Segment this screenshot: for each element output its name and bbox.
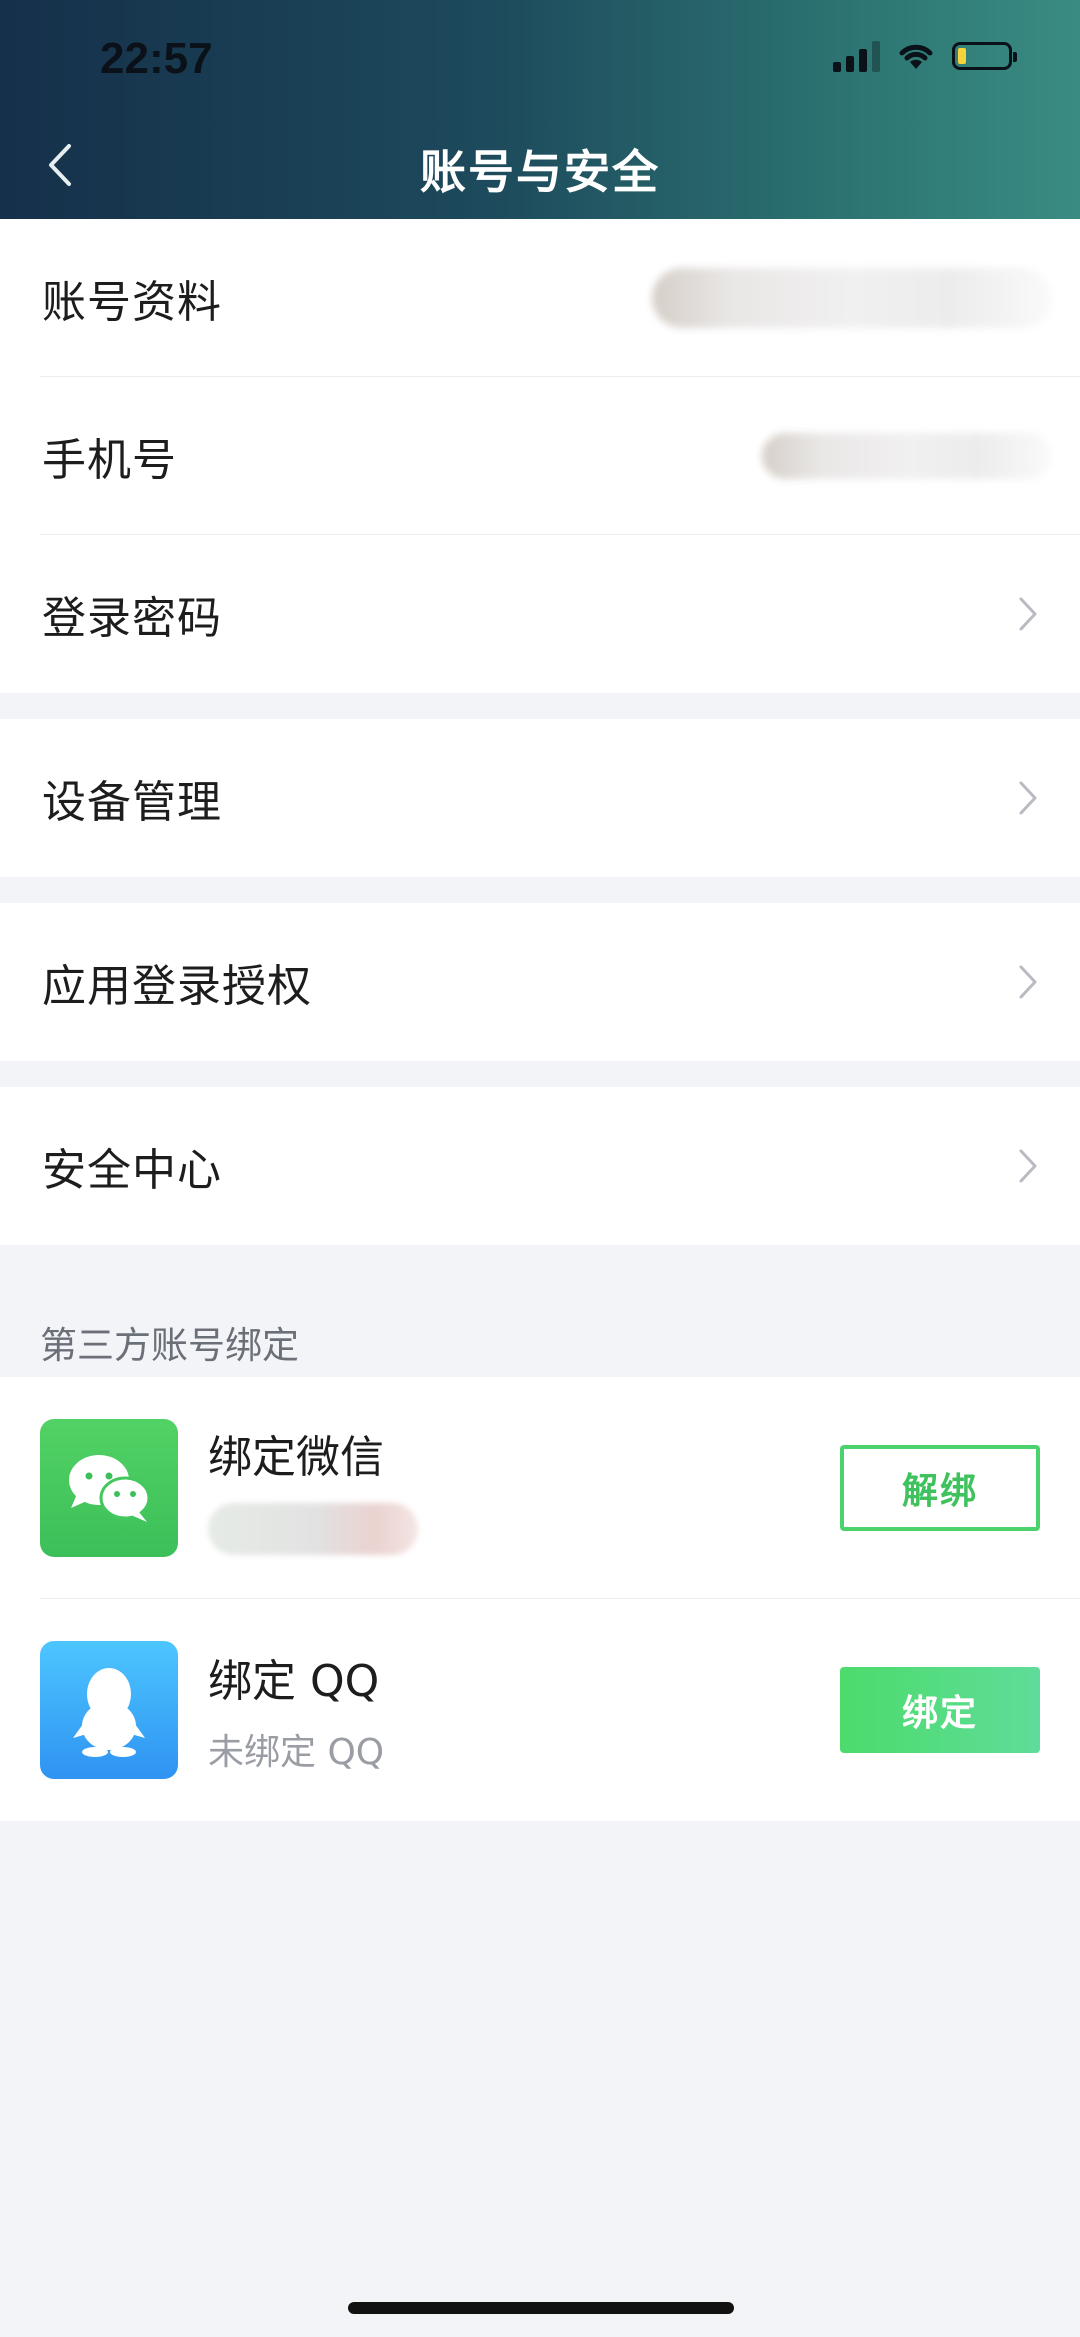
qq-penguin-icon [40, 1641, 178, 1779]
wechat-icon [40, 1419, 178, 1557]
device-group: 设备管理 [0, 719, 1080, 877]
wechat-bind-text: 绑定微信 [208, 1421, 418, 1555]
status-time: 22:57 [100, 34, 213, 83]
status-icons [833, 40, 1017, 72]
wechat-bind-title: 绑定微信 [208, 1432, 384, 1483]
chevron-right-icon [1019, 965, 1037, 999]
chevron-right-icon [1019, 1149, 1037, 1183]
device-management-row[interactable]: 设备管理 [0, 719, 1080, 877]
qq-bind-button[interactable]: 绑定 [840, 1667, 1040, 1753]
redacted-wechat-account [208, 1503, 418, 1555]
chevron-right-icon [1019, 597, 1037, 631]
login-password-row[interactable]: 登录密码 [0, 535, 1080, 693]
phone-row[interactable]: 手机号 [0, 377, 1080, 535]
page-title: 账号与安全 [420, 145, 660, 199]
qq-bind-text: 绑定 QQ 未绑定 QQ [208, 1645, 384, 1775]
chevron-right-icon [1019, 781, 1037, 815]
qq-bind-subtitle: 未绑定 QQ [208, 1732, 385, 1773]
account-profile-label: 账号资料 [42, 277, 222, 328]
login-password-label: 登录密码 [42, 593, 222, 644]
third-party-section-title: 第三方账号绑定 [0, 1245, 1080, 1377]
security-center-row[interactable]: 安全中心 [0, 1087, 1080, 1245]
security-group: 安全中心 [0, 1087, 1080, 1245]
account-profile-row[interactable]: 账号资料 [0, 219, 1080, 377]
wechat-bind-row: 绑定微信 解绑 [0, 1377, 1080, 1599]
cellular-signal-icon [833, 40, 880, 72]
home-indicator[interactable] [348, 2302, 734, 2314]
battery-low-icon [952, 42, 1017, 70]
top-header: 22:57 账号与安全 [0, 0, 1080, 219]
app-auth-group: 应用登录授权 [0, 903, 1080, 1061]
settings-content: 账号资料 手机号 登录密码 设备管理 应用登录授权 安全中心 第三方账号绑定 绑… [0, 219, 1080, 1821]
wechat-unbind-button[interactable]: 解绑 [840, 1445, 1040, 1531]
qq-bind-row: 绑定 QQ 未绑定 QQ 绑定 [0, 1599, 1080, 1821]
security-center-label: 安全中心 [42, 1145, 222, 1196]
app-login-authorization-label: 应用登录授权 [42, 961, 312, 1012]
account-group: 账号资料 手机号 登录密码 [0, 219, 1080, 693]
wifi-icon [899, 44, 933, 69]
qq-bind-title: 绑定 QQ [208, 1656, 380, 1707]
redacted-account-value [652, 268, 1052, 328]
phone-label: 手机号 [42, 435, 177, 486]
app-login-authorization-row[interactable]: 应用登录授权 [0, 903, 1080, 1061]
third-party-group: 绑定微信 解绑 绑定 QQ 未绑定 QQ 绑定 [0, 1377, 1080, 1821]
device-management-label: 设备管理 [42, 777, 222, 828]
redacted-phone-value [762, 433, 1052, 479]
